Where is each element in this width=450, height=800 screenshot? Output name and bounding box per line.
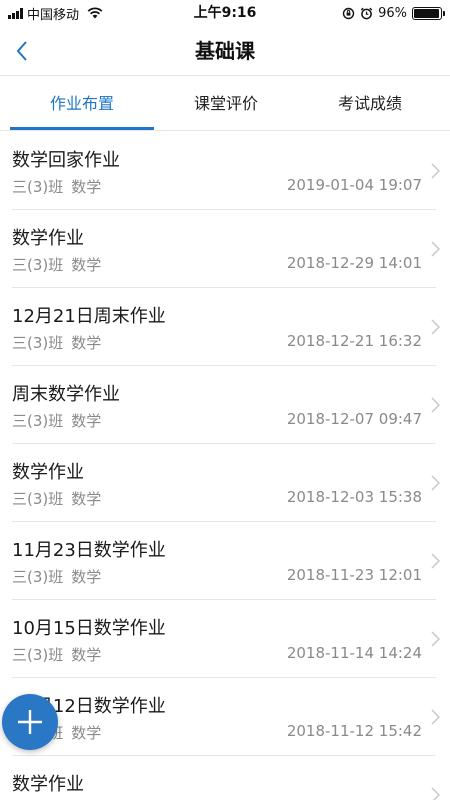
- tab-bar: 作业布置 课堂评价 考试成绩: [0, 77, 450, 131]
- list-item[interactable]: 数学作业 三(3)班 数学 2018-12-03 15:38: [12, 444, 440, 522]
- assignment-meta: 三(3)班数学: [12, 488, 101, 509]
- assignment-meta: 三(3)班数学: [12, 176, 101, 197]
- subject-name: 数学: [71, 178, 102, 196]
- list-item[interactable]: 周末数学作业 三(3)班 数学 2018-12-07 09:47: [12, 366, 440, 444]
- assignment-date: 2018-12-03 15:38: [286, 488, 422, 506]
- assignment-title: 12月21日周末作业: [12, 306, 166, 327]
- tab-assignments[interactable]: 作业布置: [10, 77, 154, 131]
- subject-name: 数学: [71, 490, 102, 508]
- subject-name: 数学: [71, 256, 102, 274]
- class-name: 三(3)班: [12, 568, 64, 586]
- assignment-title: 数学作业: [12, 228, 84, 249]
- list-item[interactable]: 数学作业 三(3)班 数学 2018-12-29 14:01: [12, 210, 440, 288]
- assignment-title: 数学作业: [12, 774, 84, 795]
- battery-percent: 96%: [378, 5, 407, 21]
- assignment-date: 2018-11-14 14:24: [286, 644, 422, 662]
- subject-name: 数学: [71, 568, 102, 586]
- plus-icon: [18, 710, 42, 734]
- nav-bar: 基础课: [0, 26, 450, 76]
- list-item[interactable]: 11月23日数学作业 三(3)班 数学 2018-11-23 12:01: [12, 522, 440, 600]
- battery-fill: [414, 8, 439, 18]
- assignment-meta: 三(3)班数学: [12, 332, 101, 353]
- tab-exam-scores[interactable]: 考试成绩: [298, 77, 442, 131]
- assignment-title: 11月23日数学作业: [12, 540, 166, 561]
- chevron-right-icon: [431, 787, 440, 800]
- list-item[interactable]: 11月12日数学作业 三(3)班数学 2018-11-12 15:42: [12, 678, 440, 756]
- assignment-title: 数学回家作业: [12, 150, 120, 171]
- chevron-right-icon: [431, 709, 440, 725]
- chevron-right-icon: [431, 553, 440, 569]
- chevron-right-icon: [431, 163, 440, 179]
- chevron-right-icon: [431, 631, 440, 647]
- class-name: 三(3)班: [12, 412, 64, 430]
- chevron-right-icon: [431, 397, 440, 413]
- chevron-right-icon: [431, 319, 440, 335]
- assignment-title: 10月15日数学作业: [12, 618, 166, 639]
- list-item[interactable]: 数学作业 三(3)班数学: [12, 756, 440, 800]
- chevron-right-icon: [431, 475, 440, 491]
- class-name: 三(3)班: [12, 334, 64, 352]
- assignment-meta: 三(3)班数学: [12, 566, 101, 587]
- alarm-icon: [360, 7, 373, 19]
- status-right: 96%: [342, 0, 445, 26]
- assignment-date: 2018-11-12 15:42: [286, 722, 422, 740]
- assignment-date: 2018-12-21 16:32: [286, 332, 422, 350]
- assignment-meta: 三(3)班数学: [12, 410, 101, 431]
- assignment-date: 2018-12-07 09:47: [286, 410, 422, 428]
- status-bar: 中国移动 上午9:16 96%: [0, 0, 450, 26]
- class-name: 三(3)班: [12, 490, 64, 508]
- add-assignment-button[interactable]: [2, 694, 58, 750]
- assignment-date: 2019-01-04 19:07: [286, 176, 422, 194]
- subject-name: 数学: [71, 412, 102, 430]
- assignment-date: 2018-11-23 12:01: [286, 566, 422, 584]
- list-item[interactable]: 数学回家作业 三(3)班 数学 2019-01-04 19:07: [12, 132, 440, 210]
- active-tab-indicator: [10, 127, 154, 130]
- subject-name: 数学: [71, 724, 102, 742]
- page-title: 基础课: [195, 39, 255, 63]
- class-name: 三(3)班: [12, 256, 64, 274]
- list-item[interactable]: 12月21日周末作业 三(3)班 数学 2018-12-21 16:32: [12, 288, 440, 366]
- assignment-title: 数学作业: [12, 462, 84, 483]
- subject-name: 数学: [71, 646, 102, 664]
- tab-classroom-evaluation[interactable]: 课堂评价: [154, 77, 298, 131]
- assignment-meta: 三(3)班数学: [12, 644, 101, 665]
- class-name: 三(3)班: [12, 646, 64, 664]
- assignment-title: 周末数学作业: [12, 384, 120, 405]
- assignment-list: 数学回家作业 三(3)班 数学 2019-01-04 19:07 数学作业 三(3…: [0, 132, 450, 800]
- list-item[interactable]: 10月15日数学作业 三(3)班 数学 2018-11-14 14:24: [12, 600, 440, 678]
- subject-name: 数学: [71, 334, 102, 352]
- chevron-right-icon: [431, 241, 440, 257]
- assignment-meta: 三(3)班数学: [12, 254, 101, 275]
- class-name: 三(3)班: [12, 178, 64, 196]
- battery-icon: [412, 6, 445, 20]
- orientation-lock-icon: [342, 7, 355, 19]
- assignment-date: 2018-12-29 14:01: [286, 254, 422, 272]
